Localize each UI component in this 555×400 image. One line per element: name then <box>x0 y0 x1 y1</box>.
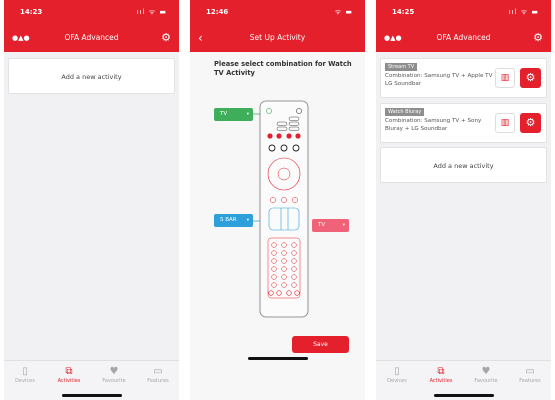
add-activity-label: Add a new activity <box>61 73 122 81</box>
select-value: TV <box>318 222 326 228</box>
app-header: ●▲● OFA Advanced ⚙ <box>376 24 551 52</box>
tab-label: Features <box>519 378 541 384</box>
activities-icon: ⧉ <box>437 366 445 377</box>
screen-home-activities: 14:25 ııl ᯤ ▬ ●▲● OFA Advanced ⚙ Stream … <box>376 0 551 400</box>
save-label: Save <box>313 341 328 348</box>
tab-bar: ▯ Devices ⧉ Activities ♥ Favourite ▭ Feature… <box>4 360 179 400</box>
select-value: S BAR <box>220 217 237 223</box>
activity-combination: Combination: Samsung TV + Sony Bluray + … <box>385 118 482 132</box>
tab-favourite[interactable]: ♥ Favourite <box>466 365 506 384</box>
remote-icon: ▯ <box>22 366 28 377</box>
save-button[interactable]: Save <box>292 336 349 353</box>
home-indicator <box>247 357 308 360</box>
features-icon: ▭ <box>153 366 163 377</box>
tab-label: Activities <box>429 378 453 384</box>
heart-icon: ♥ <box>109 366 119 377</box>
tab-label: Favourite <box>474 378 498 384</box>
add-activity-button[interactable]: Add a new activity <box>8 58 175 94</box>
chevron-down-icon: ▾ <box>246 112 249 117</box>
gear-icon[interactable]: ⚙ <box>161 24 171 52</box>
tab-activities[interactable]: ⧉ Activities <box>49 365 89 384</box>
remote-diagram <box>259 100 309 318</box>
status-time: 14:25 <box>392 8 415 16</box>
book-icon[interactable]: ▥ <box>495 113 515 133</box>
screen-home-empty: 14:23 ııl ᯤ ▬ ●▲● OFA Advanced ⚙ Add a n… <box>4 0 179 400</box>
page-title: OFA Advanced <box>64 33 119 42</box>
tab-label: Devices <box>387 378 407 384</box>
book-icon[interactable]: ▥ <box>495 68 515 88</box>
tab-label: Features <box>147 378 169 384</box>
activity-name: Watch Bluray <box>385 108 425 116</box>
activity-combination: Combination: Samsung TV + Apple TV + LG … <box>385 73 499 87</box>
activities-icon: ⧉ <box>65 366 73 377</box>
tab-label: Activities <box>57 378 81 384</box>
features-icon: ▭ <box>525 366 535 377</box>
device-select-soundbar[interactable]: S BAR ▾ <box>214 214 253 227</box>
tab-bar: ▯ Devices ⧉ Activities ♥ Favourite ▭ Feature… <box>376 360 551 400</box>
tab-devices[interactable]: ▯ Devices <box>5 365 45 384</box>
status-icons: ııl ᯤ ▬ <box>508 8 539 16</box>
tab-label: Devices <box>15 378 35 384</box>
device-select-input[interactable]: TV ▾ <box>312 219 349 232</box>
home-indicator <box>433 394 494 397</box>
tab-favourite[interactable]: ♥ Favourite <box>94 365 134 384</box>
gear-icon[interactable]: ⚙ <box>520 113 541 133</box>
select-value: TV <box>220 111 228 117</box>
page-title: OFA Advanced <box>436 33 491 42</box>
chevron-down-icon: ▾ <box>342 223 345 228</box>
remote-icon: ▯ <box>394 366 400 377</box>
heart-icon: ♥ <box>481 366 491 377</box>
activity-name: Stream TV <box>385 63 418 71</box>
status-bar: 14:25 ııl ᯤ ▬ <box>376 0 551 24</box>
activity-card[interactable]: Watch Bluray Combination: Samsung TV + S… <box>380 103 547 143</box>
status-time: 14:23 <box>20 8 43 16</box>
screen-setup-activity: 12:46 ᯤ ▬ ‹ Set Up Activity Please selec… <box>190 0 365 400</box>
add-activity-button[interactable]: Add a new activity <box>380 147 547 183</box>
gear-icon[interactable]: ⚙ <box>520 68 541 88</box>
bell-icon[interactable]: ●▲● <box>12 24 30 52</box>
chevron-down-icon: ▾ <box>246 218 249 223</box>
tab-devices[interactable]: ▯ Devices <box>377 365 417 384</box>
home-indicator <box>61 394 122 397</box>
device-select-tv[interactable]: TV ▾ <box>214 108 253 121</box>
tab-features[interactable]: ▭ Features <box>510 365 550 384</box>
add-activity-label: Add a new activity <box>433 162 494 170</box>
app-header: ●▲● OFA Advanced ⚙ <box>4 24 179 52</box>
bell-icon[interactable]: ●▲● <box>384 24 402 52</box>
status-bar: 14:23 ııl ᯤ ▬ <box>4 0 179 24</box>
tab-label: Favourite <box>102 378 126 384</box>
tab-features[interactable]: ▭ Features <box>138 365 178 384</box>
gear-icon[interactable]: ⚙ <box>533 24 543 52</box>
activity-card[interactable]: Stream TV Combination: Samsung TV + Appl… <box>380 58 547 98</box>
tab-activities[interactable]: ⧉ Activities <box>421 365 461 384</box>
status-icons: ııl ᯤ ▬ <box>136 8 167 16</box>
